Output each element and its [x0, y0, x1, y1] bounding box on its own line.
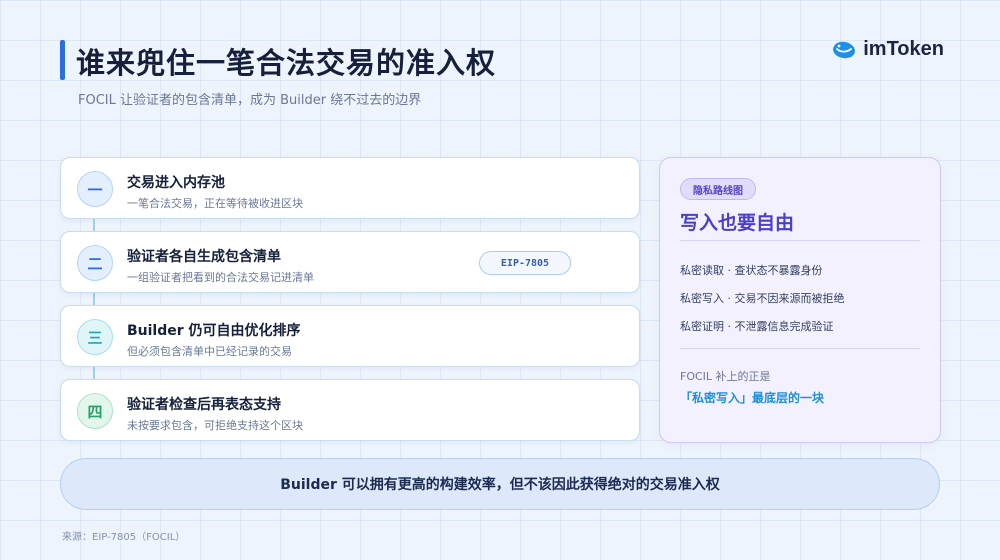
- imtoken-whale-icon: [831, 40, 857, 60]
- step-title: Builder 仍可自由优化排序: [127, 323, 301, 339]
- step-description: 未按要求包含，可拒绝支持这个区块: [127, 419, 303, 432]
- step-number-badge: 一: [77, 171, 113, 207]
- roadmap-tag: 隐私路线图: [680, 178, 756, 200]
- privacy-roadmap-card: 隐私路线图 写入也要自由 私密读取 · 查状态不暴露身份 私密写入 · 交易不因…: [659, 157, 941, 443]
- step-title: 交易进入内存池: [127, 175, 225, 191]
- steps-connector-line: [93, 197, 95, 407]
- logo-text: imToken: [863, 38, 944, 60]
- process-steps: 一 交易进入内存池 一笔合法交易，正在等待被收进区块 二 验证者各自生成包含清单…: [60, 157, 640, 443]
- step-description: 一组验证者把看到的合法交易记进清单: [127, 271, 314, 284]
- roadmap-item-private-proof: 私密证明 · 不泄露信息完成验证: [680, 320, 834, 333]
- step-card-4: 四 验证者检查后再表态支持 未按要求包含，可拒绝支持这个区块: [60, 379, 640, 441]
- step-card-1: 一 交易进入内存池 一笔合法交易，正在等待被收进区块: [60, 157, 640, 219]
- roadmap-item-private-write: 私密写入 · 交易不因来源而被拒绝: [680, 292, 845, 305]
- conclusion-text: Builder 可以拥有更高的构建效率，但不该因此获得绝对的交易准入权: [280, 477, 720, 493]
- step-title: 验证者各自生成包含清单: [127, 249, 281, 265]
- step-number-badge: 二: [77, 245, 113, 281]
- conclusion-banner: Builder 可以拥有更高的构建效率，但不该因此获得绝对的交易准入权: [60, 458, 940, 510]
- step-title: 验证者检查后再表态支持: [127, 397, 281, 413]
- divider: [680, 240, 920, 241]
- divider: [680, 348, 920, 349]
- step-number-badge: 四: [77, 393, 113, 429]
- title-accent-bar: [60, 40, 65, 80]
- roadmap-note: FOCIL 补上的正是: [680, 370, 771, 383]
- roadmap-highlight: 「私密写入」最底层的一块: [680, 391, 825, 405]
- step-card-3: 三 Builder 仍可自由优化排序 但必须包含清单中已经记录的交易: [60, 305, 640, 367]
- page-subtitle: FOCIL 让验证者的包含清单，成为 Builder 绕不过去的边界: [78, 93, 422, 108]
- step-description: 但必须包含清单中已经记录的交易: [127, 345, 292, 358]
- eip-tag: EIP-7805: [479, 251, 571, 275]
- step-description: 一笔合法交易，正在等待被收进区块: [127, 197, 303, 210]
- step-number-badge: 三: [77, 319, 113, 355]
- roadmap-title: 写入也要自由: [680, 212, 795, 234]
- page-title: 谁来兜住一笔合法交易的准入权: [76, 46, 497, 80]
- roadmap-item-private-read: 私密读取 · 查状态不暴露身份: [680, 264, 823, 277]
- source-note: 来源：EIP-7805（FOCIL）: [62, 532, 186, 543]
- brand-logo: imToken: [831, 38, 944, 61]
- step-card-2: 二 验证者各自生成包含清单 一组验证者把看到的合法交易记进清单 EIP-7805: [60, 231, 640, 293]
